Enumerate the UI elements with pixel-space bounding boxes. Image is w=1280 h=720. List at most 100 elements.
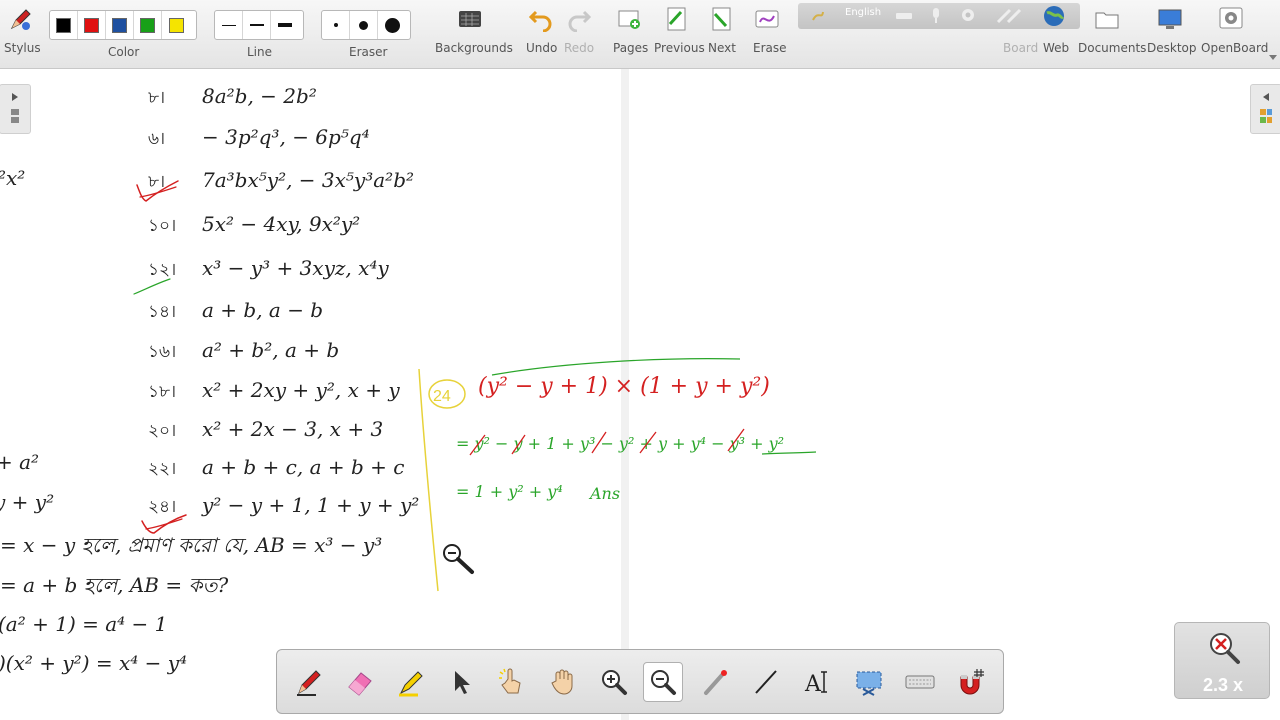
color-green-button[interactable] [134, 11, 162, 39]
openboard-settings-icon[interactable] [1218, 6, 1244, 32]
hand-pan-icon [551, 669, 573, 695]
fragment-text: ²x² [0, 166, 25, 190]
handwritten-line: (y² − y + 1) × (1 + y + y²) [478, 374, 770, 399]
text-tool-button[interactable]: A [797, 662, 837, 702]
selector-tool-button[interactable] [441, 662, 481, 702]
snap-tool-button[interactable] [951, 662, 991, 702]
microphone-icon[interactable] [930, 8, 942, 24]
pages-button[interactable]: Pages [613, 41, 648, 55]
desktop-mode-button[interactable]: Desktop [1147, 41, 1197, 55]
zoom-indicator[interactable]: 2.3 x [1174, 622, 1270, 699]
pen-tool-button[interactable] [289, 662, 329, 702]
answer-label: Ans [588, 484, 620, 503]
documents-mode-button[interactable]: Documents [1078, 41, 1146, 55]
problem-expression: 7a³bx⁵y², − 3x⁵y³a²b² [202, 168, 414, 192]
zoom-out-tool-button[interactable] [643, 662, 683, 702]
interact-tool-button[interactable] [491, 662, 531, 702]
problem-label: 24 [433, 388, 451, 405]
problem-number: ২০। [148, 421, 176, 441]
problem-expression: x³ − y³ + 3xyz, x⁴y [202, 256, 389, 280]
keyboard-icon [905, 675, 935, 689]
undo-button[interactable]: Undo [526, 41, 557, 55]
highlighter-icon [399, 671, 423, 697]
laser-pointer-tool-button[interactable] [695, 662, 735, 702]
svg-text:A: A [804, 672, 822, 697]
problem-expression: 5x² − 4xy, 9x²y² [202, 212, 360, 236]
eraser-large-button[interactable] [378, 11, 406, 39]
problem-expression: 8a²b, − 2b² [202, 84, 317, 108]
line-medium-button[interactable] [243, 11, 271, 39]
problem-number: ১৮। [148, 382, 176, 402]
redo-icon[interactable] [566, 6, 592, 32]
eraser-small-button[interactable] [322, 11, 350, 39]
problem-number: ২২। [148, 459, 176, 479]
problem-number: ১৬। [148, 342, 176, 362]
tools-icon[interactable] [994, 6, 1034, 26]
problem-expression: a + b + c, a + b + c [202, 455, 404, 479]
eraser-medium-button[interactable] [350, 11, 378, 39]
color-blue-button[interactable] [106, 11, 134, 39]
stylus-icon[interactable] [8, 6, 34, 32]
color-yellow-button[interactable] [162, 11, 190, 39]
problem-number: ১০। [148, 216, 176, 236]
arrow-pointer-icon [455, 671, 470, 694]
virtual-keyboard-button[interactable] [900, 662, 940, 702]
eraser-size-group [321, 10, 411, 40]
problem-expression: − 3p²q³, − 6p⁵q⁴ [202, 125, 370, 149]
statement-text: (a² + 1) = a⁴ − 1 [0, 612, 167, 636]
previous-button[interactable]: Previous [654, 41, 705, 55]
line-thin-button[interactable] [215, 11, 243, 39]
color-label: Color [108, 45, 140, 59]
backgrounds-button[interactable]: Backgrounds [435, 41, 513, 55]
page-content: ৮। 8a²b, − 2b² ৬। − 3p²q³, − 6p⁵q⁴ ৮। 7a… [0, 84, 817, 675]
hand-click-icon [499, 668, 521, 694]
desktop-icon[interactable] [1157, 6, 1183, 32]
redo-button[interactable]: Redo [564, 41, 594, 55]
erase-board-icon[interactable] [754, 6, 780, 32]
color-red-button[interactable] [78, 11, 106, 39]
fragment-text: y + y² [0, 490, 54, 514]
magnet-grid-icon [960, 669, 984, 695]
language-selector[interactable]: English [845, 7, 881, 18]
previous-page-icon[interactable] [663, 6, 689, 32]
problem-expression: x² + 2x − 3, x + 3 [202, 417, 383, 441]
documents-icon[interactable] [1094, 6, 1120, 32]
problem-list: ৮। 8a²b, − 2b² ৬। − 3p²q³, − 6p⁵q⁴ ৮। 7a… [148, 84, 419, 517]
backgrounds-icon[interactable] [457, 6, 483, 32]
zoom-level-text: 2.3 x [1202, 675, 1244, 695]
problem-number: ৬। [148, 129, 165, 149]
laser-pointer-icon [704, 670, 727, 695]
toolbar-menu-arrow-icon[interactable] [1268, 54, 1278, 62]
green-tick-mark [133, 278, 171, 295]
statement-text: = x − y হলে, প্রমাণ করো যে, AB = x³ − y³ [0, 533, 382, 557]
keyboard-small-icon[interactable] [896, 11, 912, 21]
capture-tool-button[interactable] [849, 662, 889, 702]
zoom-out-icon [651, 670, 676, 695]
eraser-icon [348, 672, 372, 696]
undo-icon[interactable] [528, 6, 554, 32]
podcast-icon[interactable] [810, 8, 826, 24]
next-page-icon[interactable] [708, 6, 734, 32]
next-button[interactable]: Next [708, 41, 736, 55]
settings-small-icon[interactable] [960, 7, 976, 23]
eraser-tool-button[interactable] [340, 662, 380, 702]
pages-icon[interactable] [616, 6, 642, 32]
highlighter-tool-button[interactable] [391, 662, 431, 702]
zoom-in-tool-button[interactable] [594, 662, 634, 702]
globe-icon[interactable] [1043, 5, 1065, 27]
erase-button[interactable]: Erase [753, 41, 787, 55]
pen-icon [297, 670, 321, 696]
zoom-reset-icon[interactable] [1207, 631, 1241, 665]
statement-text: = a + b হলে, AB = কত? [0, 573, 228, 597]
stylus-palette: A [276, 649, 1004, 714]
line-tool-button[interactable] [746, 662, 786, 702]
line-thick-button[interactable] [271, 11, 299, 39]
openboard-button[interactable]: OpenBoard [1201, 41, 1268, 55]
stylus-label[interactable]: Stylus [4, 41, 41, 55]
main-toolbar: Stylus Color Line Eraser Backgrounds Und… [0, 0, 1280, 69]
color-black-button[interactable] [50, 11, 78, 39]
web-mode-button[interactable]: Web [1043, 41, 1069, 55]
hand-tool-button[interactable] [543, 662, 583, 702]
board-mode-button[interactable]: Board [1003, 41, 1038, 55]
problem-expression: x² + 2xy + y², x + y [202, 378, 400, 402]
